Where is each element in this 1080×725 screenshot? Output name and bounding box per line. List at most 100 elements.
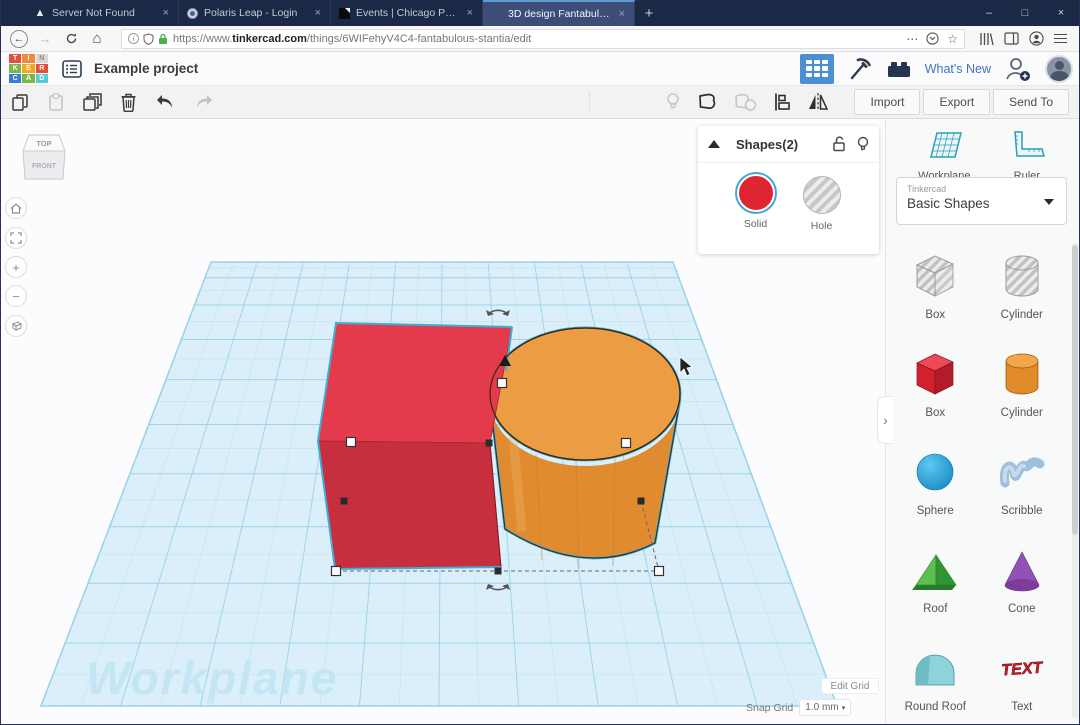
maximize-button[interactable]: □ bbox=[1007, 0, 1043, 26]
show-all-icon[interactable] bbox=[665, 92, 681, 112]
send-to-button[interactable]: Send To bbox=[993, 89, 1069, 115]
hide-bulb-icon[interactable] bbox=[857, 136, 869, 152]
mid-handle[interactable] bbox=[638, 498, 645, 505]
shape-category-dropdown[interactable]: Tinkercad Basic Shapes bbox=[896, 177, 1067, 225]
copy-icon[interactable] bbox=[11, 93, 30, 112]
text-shape-icon: TEXT bbox=[995, 641, 1049, 695]
view-cube[interactable]: TOP FRONT bbox=[17, 127, 73, 191]
library-icon[interactable] bbox=[979, 32, 994, 46]
sidebar-toggle-icon[interactable] bbox=[1004, 32, 1019, 45]
pocket-icon[interactable] bbox=[926, 32, 939, 45]
duplicate-icon[interactable] bbox=[82, 92, 103, 112]
project-list-button[interactable] bbox=[60, 58, 84, 80]
shape-text[interactable]: TEXT Text bbox=[979, 641, 1066, 723]
brick-icon[interactable] bbox=[886, 58, 912, 80]
mid-handle[interactable] bbox=[495, 568, 502, 575]
perspective-toggle-button[interactable] bbox=[5, 315, 27, 337]
info-icon[interactable]: i bbox=[128, 33, 139, 44]
shape-box-solid[interactable]: Box bbox=[892, 347, 979, 445]
solid-swatch[interactable] bbox=[737, 174, 775, 212]
hole-swatch[interactable] bbox=[803, 176, 841, 214]
group-icon[interactable] bbox=[696, 92, 718, 112]
url-bar[interactable]: i https://www.tinkercad.com/things/6WIFe… bbox=[121, 29, 965, 49]
shield-icon[interactable] bbox=[143, 33, 154, 45]
close-button[interactable]: × bbox=[1043, 0, 1079, 26]
sidebar-collapse-handle[interactable]: › bbox=[877, 396, 893, 444]
cylinder-shape[interactable] bbox=[490, 328, 680, 569]
import-button[interactable]: Import bbox=[854, 89, 920, 115]
tinkercad-header: TIN KER CAD Example project What's New bbox=[1, 52, 1079, 86]
undo-icon[interactable] bbox=[154, 93, 176, 111]
page-actions-icon[interactable]: ⋯ bbox=[906, 32, 918, 46]
close-tab-icon[interactable]: × bbox=[617, 8, 627, 20]
minimize-button[interactable]: – bbox=[971, 0, 1007, 26]
scale-handle[interactable] bbox=[332, 567, 341, 576]
user-avatar[interactable] bbox=[1045, 55, 1073, 83]
shape-cylinder-hole[interactable]: Cylinder bbox=[979, 249, 1066, 347]
account-icon[interactable] bbox=[1029, 31, 1044, 46]
fit-view-button[interactable] bbox=[5, 227, 27, 249]
dashboard-grid-button[interactable] bbox=[800, 54, 834, 84]
zoom-out-button[interactable]: − bbox=[5, 285, 27, 307]
shape-round-roof[interactable]: Round Roof bbox=[892, 641, 979, 723]
home-button[interactable]: ⌂ bbox=[87, 29, 107, 49]
zoom-in-button[interactable]: + bbox=[5, 256, 27, 278]
shape-label: Round Roof bbox=[892, 701, 979, 713]
view-cube-front-label[interactable]: FRONT bbox=[32, 163, 57, 170]
close-tab-icon[interactable]: × bbox=[465, 7, 475, 19]
shape-cylinder-solid[interactable]: Cylinder bbox=[979, 347, 1066, 445]
back-button[interactable]: ← bbox=[9, 29, 29, 49]
export-button[interactable]: Export bbox=[923, 89, 990, 115]
browser-navbar: ← → ⌂ i https://www.tinkercad.com/things… bbox=[1, 26, 1079, 52]
snap-grid-select[interactable]: 1.0 mm▾ bbox=[799, 699, 851, 716]
paste-icon[interactable] bbox=[47, 93, 65, 112]
scale-handle[interactable] bbox=[498, 379, 507, 388]
bookmark-star-icon[interactable]: ☆ bbox=[947, 32, 958, 46]
material-solid-option[interactable]: Solid bbox=[737, 174, 775, 232]
ungroup-icon[interactable] bbox=[733, 92, 757, 112]
unlock-icon[interactable] bbox=[832, 136, 846, 152]
whats-new-link[interactable]: What's New bbox=[925, 62, 991, 76]
ruler-tool[interactable]: Ruler bbox=[1007, 129, 1047, 182]
workplane-tool[interactable]: Workplane bbox=[918, 129, 970, 182]
scale-handle[interactable] bbox=[655, 567, 664, 576]
new-tab-button[interactable]: + bbox=[635, 0, 663, 26]
shape-label: Text bbox=[979, 701, 1066, 713]
mirror-icon[interactable] bbox=[807, 92, 829, 112]
sidebar-scrollbar-thumb[interactable] bbox=[1072, 245, 1078, 535]
scale-handle[interactable] bbox=[347, 438, 356, 447]
mid-handle[interactable] bbox=[486, 440, 493, 447]
lock-icon[interactable] bbox=[158, 33, 168, 45]
tinker-pickaxe-icon[interactable] bbox=[847, 56, 873, 82]
tinkercad-logo[interactable]: TIN KER CAD bbox=[9, 54, 48, 84]
material-hole-option[interactable]: Hole bbox=[803, 174, 841, 232]
delete-icon[interactable] bbox=[120, 92, 137, 112]
svg-text:TEXT: TEXT bbox=[1001, 660, 1044, 680]
cone-icon bbox=[995, 543, 1049, 597]
forward-button[interactable]: → bbox=[35, 29, 55, 49]
tab-polaris-leap[interactable]: Polaris Leap - Login × bbox=[179, 0, 331, 26]
redo-icon[interactable] bbox=[193, 93, 215, 111]
tab-tinkercad-active[interactable]: 3D design Fantabulous Stantia × bbox=[483, 0, 635, 26]
tab-chicago-library[interactable]: Events | Chicago Public Library × bbox=[331, 0, 483, 26]
invite-user-icon[interactable] bbox=[1004, 56, 1032, 82]
shape-sphere[interactable]: Sphere bbox=[892, 445, 979, 543]
shape-box-hole[interactable]: Box bbox=[892, 249, 979, 347]
home-view-button[interactable] bbox=[5, 197, 27, 219]
3d-viewport[interactable]: Workplane bbox=[1, 119, 1079, 723]
close-tab-icon[interactable]: × bbox=[313, 7, 323, 19]
shape-roof[interactable]: Roof bbox=[892, 543, 979, 641]
mid-handle[interactable] bbox=[341, 498, 348, 505]
close-tab-icon[interactable]: × bbox=[161, 7, 171, 19]
scale-handle[interactable] bbox=[622, 439, 631, 448]
menu-icon[interactable] bbox=[1054, 31, 1067, 46]
tab-server-not-found[interactable]: ▲ Server Not Found × bbox=[27, 0, 179, 26]
shape-cone[interactable]: Cone bbox=[979, 543, 1066, 641]
collapse-panel-icon[interactable] bbox=[708, 140, 720, 148]
align-icon[interactable] bbox=[772, 92, 792, 112]
edit-grid-button[interactable]: Edit Grid bbox=[821, 678, 879, 694]
perspective-icon bbox=[10, 320, 23, 332]
reload-button[interactable] bbox=[61, 29, 81, 49]
shape-scribble[interactable]: Scribble bbox=[979, 445, 1066, 543]
view-cube-top-label[interactable]: TOP bbox=[36, 139, 51, 148]
